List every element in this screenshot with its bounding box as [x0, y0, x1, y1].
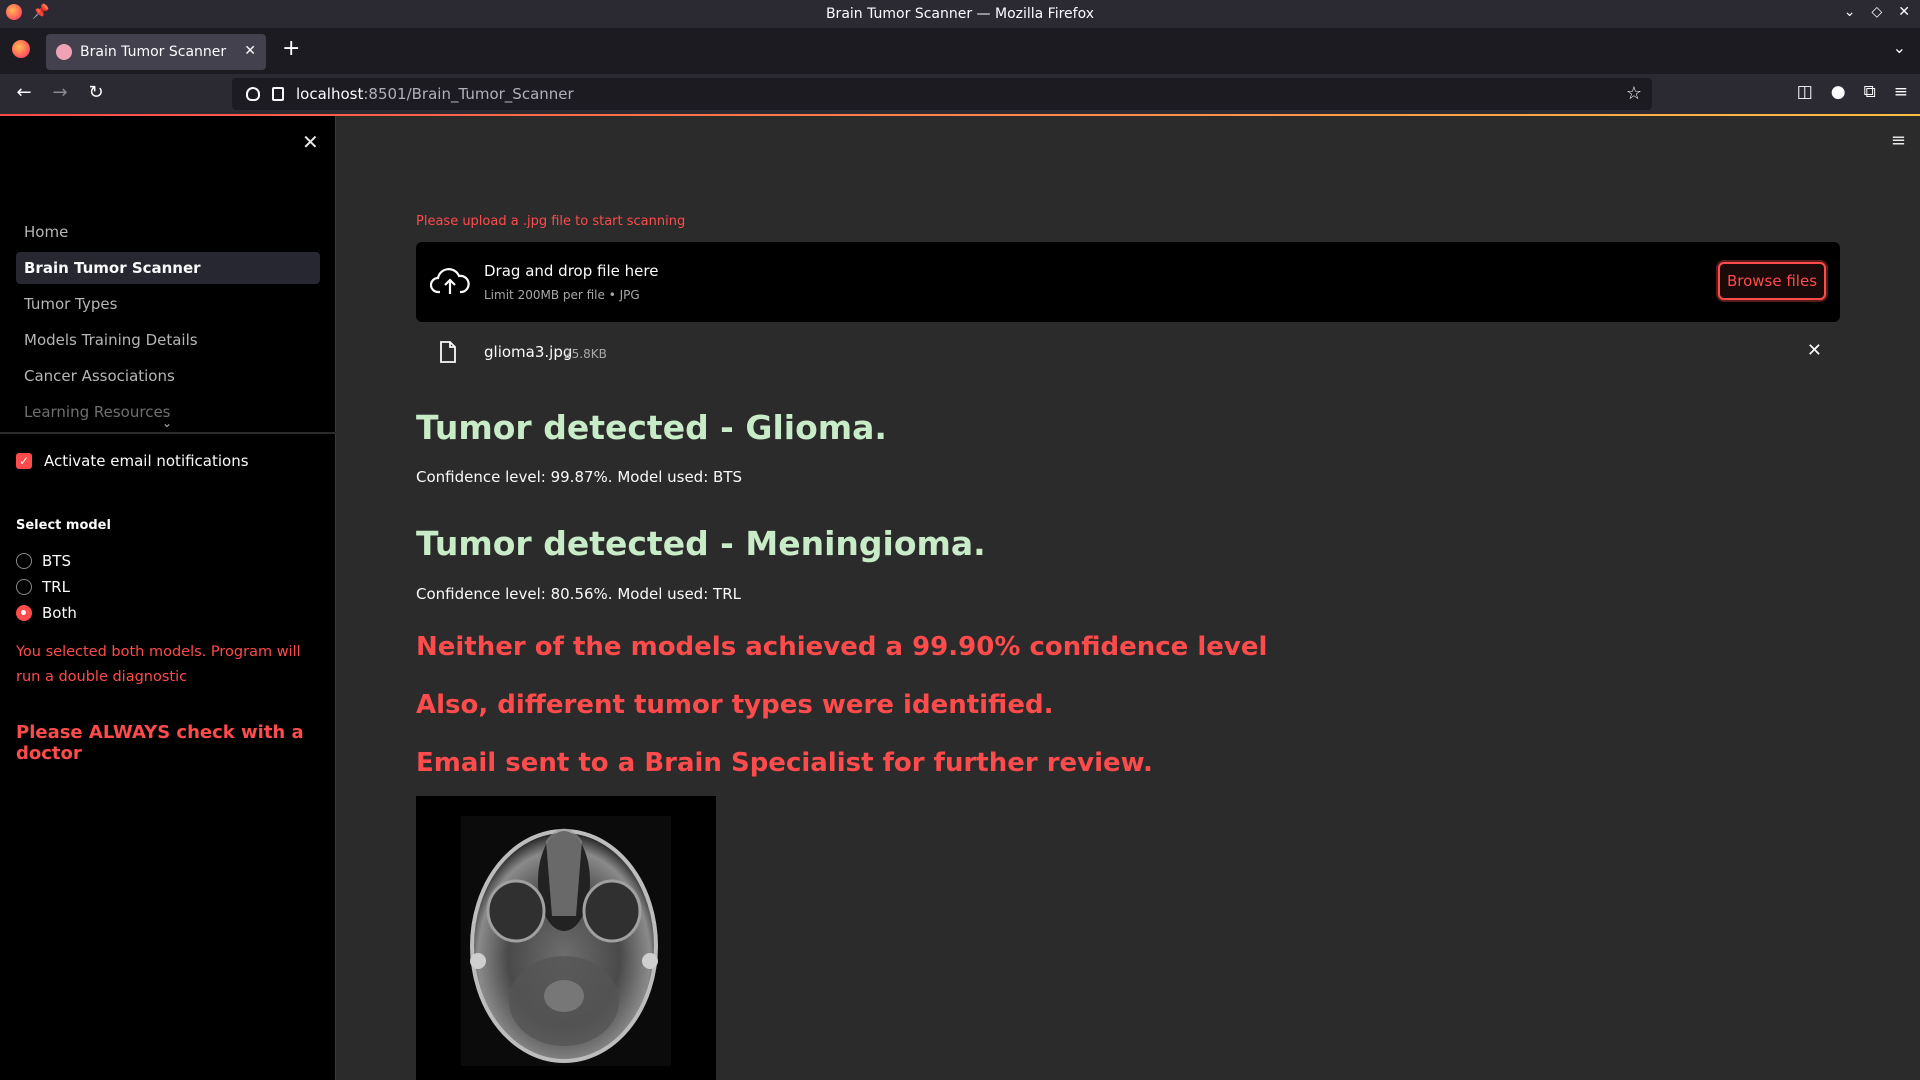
file-dropzone[interactable]: Drag and drop file here Limit 200MB per … [416, 242, 1840, 322]
checkbox-checked-icon[interactable]: ✓ [16, 453, 32, 469]
select-model-label: Select model [16, 518, 111, 533]
file-icon [440, 341, 456, 363]
result-detail-meningioma: Confidence level: 80.56%. Model used: TR… [416, 585, 741, 603]
upload-label: Please upload a .jpg file to start scann… [416, 214, 686, 229]
result-heading-meningioma: Tumor detected - Meningioma. [416, 524, 986, 563]
radio-option-both[interactable]: Both [16, 600, 77, 626]
page-icon[interactable] [272, 87, 284, 101]
reload-icon[interactable]: ↻ [84, 82, 108, 103]
restore-icon[interactable]: ◇ [1871, 4, 1882, 20]
doctor-warning: Please ALWAYS check with a doctor [16, 722, 304, 764]
browse-files-button[interactable]: Browse files [1718, 262, 1826, 300]
hamburger-menu-icon[interactable]: ≡ [1894, 82, 1908, 102]
alert-email-sent: Email sent to a Brain Specialist for fur… [416, 748, 1153, 778]
tab-close-icon[interactable]: ✕ [244, 43, 256, 59]
radio-label: TRL [42, 578, 70, 596]
alert-confidence: Neither of the models achieved a 99.90% … [416, 632, 1268, 662]
mri-brain-picture [416, 796, 716, 1080]
sidebar-item-label: Learning Resources [24, 403, 171, 421]
url-path: :8501/Brain_Tumor_Scanner [363, 85, 574, 103]
sidebar-item-label: Cancer Associations [24, 367, 175, 385]
sidebar-item-label: Home [24, 223, 69, 241]
sidebar-item-label: Tumor Types [24, 295, 118, 313]
sidebar-item-label: Brain Tumor Scanner [24, 259, 201, 277]
checkbox-label: Activate email notifications [44, 452, 249, 470]
back-arrow-icon[interactable]: ← [12, 82, 36, 103]
main-content: ≡ Please upload a .jpg file to start sca… [337, 116, 1920, 1080]
model-radio-group: BTS TRL Both [16, 548, 77, 626]
result-detail-glioma: Confidence level: 99.87%. Model used: BT… [416, 468, 743, 486]
navigation-bar: ← → ↻ localhost:8501/Brain_Tumor_Scanner… [0, 74, 1920, 114]
tab-brain-tumor-scanner[interactable]: Brain Tumor Scanner ✕ [46, 34, 266, 70]
result-heading-glioma: Tumor detected - Glioma. [416, 408, 887, 447]
sidebar-item-models-training-details[interactable]: Models Training Details [16, 324, 320, 356]
window-title: Brain Tumor Scanner — Mozilla Firefox [825, 6, 1095, 22]
account-icon[interactable]: ● [1831, 82, 1846, 102]
radio-option-trl[interactable]: TRL [16, 574, 77, 600]
tab-strip: Brain Tumor Scanner ✕ + ⌄ [0, 28, 1920, 74]
tab-title: Brain Tumor Scanner [80, 44, 227, 60]
sidebar-item-tumor-types[interactable]: Tumor Types [16, 288, 320, 320]
sidebar-nav: Home Brain Tumor Scanner Tumor Types Mod… [16, 216, 320, 432]
window-titlebar: 📌 Brain Tumor Scanner — Mozilla Firefox … [0, 0, 1920, 28]
radio-button-selected[interactable] [16, 605, 32, 621]
app-menu-icon[interactable]: ≡ [1891, 130, 1906, 151]
pin-icon[interactable]: 📌 [32, 4, 49, 20]
forward-arrow-icon[interactable]: → [48, 82, 72, 103]
file-size: 25.8KB [564, 347, 607, 361]
remove-file-icon[interactable]: ✕ [1807, 340, 1822, 361]
sidebar-item-brain-tumor-scanner[interactable]: Brain Tumor Scanner [16, 252, 320, 284]
email-notification-checkbox[interactable]: ✓ Activate email notifications [16, 452, 249, 470]
radio-label: BTS [42, 552, 71, 570]
sidebar-item-home[interactable]: Home [16, 216, 320, 248]
chevron-down-icon[interactable]: ⌄ [1844, 4, 1856, 20]
firefox-view-icon[interactable] [12, 40, 30, 58]
extensions-icon[interactable]: ⧉ [1864, 82, 1876, 102]
alert-different-types: Also, different tumor types were identif… [416, 690, 1054, 720]
sidebar: ✕ Home Brain Tumor Scanner Tumor Types M… [0, 116, 336, 1080]
close-icon[interactable]: ✕ [1898, 4, 1910, 20]
shield-icon[interactable] [246, 87, 260, 101]
cloud-upload-icon [430, 268, 470, 294]
url-bar[interactable]: localhost:8501/Brain_Tumor_Scanner ☆ [232, 78, 1652, 110]
new-tab-icon[interactable]: + [282, 36, 300, 61]
mri-scan-image [416, 796, 716, 1080]
sidebar-divider [0, 432, 336, 434]
pocket-icon[interactable]: ◫ [1797, 82, 1813, 102]
radio-option-bts[interactable]: BTS [16, 548, 77, 574]
brain-icon [56, 44, 72, 60]
radio-button[interactable] [16, 553, 32, 569]
url-host: localhost [296, 85, 364, 103]
uploaded-file-row: glioma3.jpg 25.8KB ✕ [416, 336, 1840, 372]
dropzone-title: Drag and drop file here [484, 262, 659, 280]
sidebar-close-icon[interactable]: ✕ [302, 130, 319, 154]
dropzone-limit: Limit 200MB per file • JPG [484, 288, 640, 302]
file-name: glioma3.jpg [484, 343, 573, 361]
model-selection-note: You selected both models. Program will r… [16, 644, 301, 685]
nav-expand-chevron-icon[interactable]: ⌄ [162, 416, 172, 430]
sidebar-item-label: Models Training Details [24, 331, 198, 349]
sidebar-item-cancer-associations[interactable]: Cancer Associations [16, 360, 320, 392]
radio-label: Both [42, 604, 77, 622]
radio-button[interactable] [16, 579, 32, 595]
firefox-icon [6, 4, 22, 20]
bookmark-star-icon[interactable]: ☆ [1626, 83, 1642, 104]
tab-list-chevron-icon[interactable]: ⌄ [1893, 38, 1906, 57]
